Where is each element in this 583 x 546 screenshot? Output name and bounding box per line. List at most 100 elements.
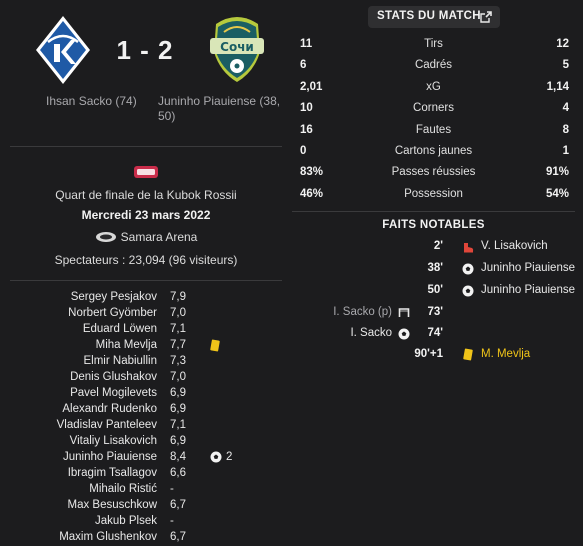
stadium-name[interactable]: Samara Arena: [121, 230, 198, 244]
stat-row: 2,01 xG 1,14: [292, 79, 575, 97]
player-rating: 6,9: [170, 403, 186, 415]
event-player[interactable]: Juninho Piauiense: [481, 262, 575, 274]
yellow-card-icon: [463, 348, 473, 361]
list-item[interactable]: Jakub Plsek -: [10, 514, 282, 530]
event-row[interactable]: 50' Juninho Piauiense: [292, 282, 575, 300]
list-item[interactable]: Mihailo Ristić -: [10, 482, 282, 498]
player-name[interactable]: Vitaliy Lisakovich: [70, 435, 157, 447]
ball-icon: [462, 285, 474, 300]
player-name[interactable]: Vladislav Panteleev: [57, 419, 157, 431]
list-item[interactable]: Maxim Glushenkov 6,7: [10, 530, 282, 546]
list-item[interactable]: Vladislav Panteleev 7,1: [10, 418, 282, 434]
event-minute: 38': [427, 262, 443, 274]
list-item[interactable]: Alexandr Rudenko 6,9: [10, 402, 282, 418]
away-scorers: Juninho Piauiense (38, 50): [158, 94, 281, 123]
divider: [292, 211, 575, 212]
list-item[interactable]: Vitaliy Lisakovich 6,9: [10, 434, 282, 450]
stat-row: 0 Cartons jaunes 1: [292, 143, 575, 161]
home-team-logo[interactable]: [34, 14, 92, 86]
player-name[interactable]: Mihailo Ristić: [89, 483, 157, 495]
event-player[interactable]: V. Lisakovich: [481, 240, 548, 252]
player-rating: 7,3: [170, 355, 186, 367]
ball-icon: [462, 263, 474, 278]
event-row[interactable]: I. Sacko (p) 73': [292, 304, 575, 322]
player-name[interactable]: Sergey Pesjakov: [71, 291, 157, 303]
player-name[interactable]: Pavel Mogilevets: [70, 387, 157, 399]
player-name[interactable]: Max Besuschkow: [68, 499, 157, 511]
player-name[interactable]: Elmir Nabiullin: [84, 355, 158, 367]
yellow-card-icon: [210, 339, 220, 352]
list-item[interactable]: Juninho Piauiense 8,4 2: [10, 450, 282, 466]
event-row[interactable]: 90'+1 M. Mevlja: [292, 346, 575, 364]
list-item[interactable]: Pavel Mogilevets 6,9: [10, 386, 282, 402]
missed-penalty-icon: [398, 307, 410, 322]
player-rating: 6,7: [170, 531, 186, 543]
event-player[interactable]: I. Sacko: [350, 327, 392, 339]
divider: [10, 146, 282, 147]
player-rating: 7,0: [170, 371, 186, 383]
event-player[interactable]: M. Mevlja: [481, 348, 530, 360]
event-row[interactable]: I. Sacko 74': [292, 325, 575, 343]
player-name[interactable]: Ibragim Tsallagov: [68, 467, 157, 479]
competition-icon: [134, 166, 158, 178]
stat-away-value: 1: [562, 145, 569, 157]
match-score: 1 - 2: [116, 35, 174, 65]
list-item[interactable]: Sergey Pesjakov 7,9: [10, 290, 282, 306]
event-minute: 90'+1: [414, 348, 443, 360]
event-minute: 50': [427, 284, 443, 296]
event-minute: 74': [427, 327, 443, 339]
goal-count: 2: [226, 451, 233, 463]
home-scorers: Ihsan Sacko (74): [46, 94, 137, 108]
competition-name[interactable]: Quart de finale de la Kubok Rossii: [10, 188, 282, 202]
player-name[interactable]: Denis Glushakov: [70, 371, 157, 383]
player-rating: -: [170, 483, 174, 495]
stat-label: Fautes: [415, 124, 452, 136]
stat-away-value: 4: [562, 102, 569, 114]
list-item[interactable]: Max Besuschkow 6,7: [10, 498, 282, 514]
ball-icon: [398, 328, 410, 343]
player-rating: 6,9: [170, 387, 186, 399]
player-name[interactable]: Norbert Gyömber: [68, 307, 157, 319]
event-row[interactable]: 38' Juninho Piauiense: [292, 260, 575, 278]
player-rating: 7,1: [170, 323, 186, 335]
player-rating: 6,7: [170, 499, 186, 511]
list-item[interactable]: Miha Mevlja 7,7: [10, 338, 282, 354]
svg-text:Сочи: Сочи: [220, 40, 254, 54]
player-rating: 7,9: [170, 291, 186, 303]
list-item[interactable]: Elmir Nabiullin 7,3: [10, 354, 282, 370]
list-item[interactable]: Eduard Löwen 7,1: [10, 322, 282, 338]
ball-icon: [210, 451, 222, 466]
match-stats-button-label: STATS DU MATCH: [377, 10, 481, 22]
stat-row: 11 Tirs 12: [292, 36, 575, 54]
player-name[interactable]: Miha Mevlja: [96, 339, 157, 351]
list-item[interactable]: Denis Glushakov 7,0: [10, 370, 282, 386]
away-team-logo[interactable]: Сочи: [204, 12, 270, 84]
match-date: Mercredi 23 mars 2022: [81, 208, 211, 222]
match-stats-button[interactable]: STATS DU MATCH: [368, 6, 500, 28]
player-rating: 7,0: [170, 307, 186, 319]
player-rating: 8,4: [170, 451, 186, 463]
player-name[interactable]: Alexandr Rudenko: [62, 403, 157, 415]
expand-icon: [480, 11, 492, 26]
event-minute: 2': [433, 240, 443, 252]
stat-row: 16 Fautes 8: [292, 122, 575, 140]
player-rating: -: [170, 515, 174, 527]
event-row[interactable]: 2' V. Lisakovich: [292, 238, 575, 256]
stat-row: 10 Corners 4: [292, 100, 575, 118]
player-name[interactable]: Juninho Piauiense: [63, 451, 157, 463]
stat-away-value: 5: [562, 59, 569, 71]
stat-row: 46% Possession 54%: [292, 186, 575, 204]
player-name[interactable]: Jakub Plsek: [95, 515, 157, 527]
player-name[interactable]: Eduard Löwen: [83, 323, 157, 335]
divider: [10, 280, 282, 281]
list-item[interactable]: Norbert Gyömber 7,0: [10, 306, 282, 322]
events-title: FAITS NOTABLES: [382, 219, 485, 231]
stat-away-value: 1,14: [546, 81, 569, 93]
player-rating: 6,9: [170, 435, 186, 447]
event-player[interactable]: Juninho Piauiense: [481, 284, 575, 296]
event-player[interactable]: I. Sacko (p): [333, 306, 392, 318]
stat-away-value: 91%: [545, 166, 569, 178]
list-item[interactable]: Ibragim Tsallagov 6,6: [10, 466, 282, 482]
player-name[interactable]: Maxim Glushenkov: [59, 531, 157, 543]
player-rating: 7,1: [170, 419, 186, 431]
